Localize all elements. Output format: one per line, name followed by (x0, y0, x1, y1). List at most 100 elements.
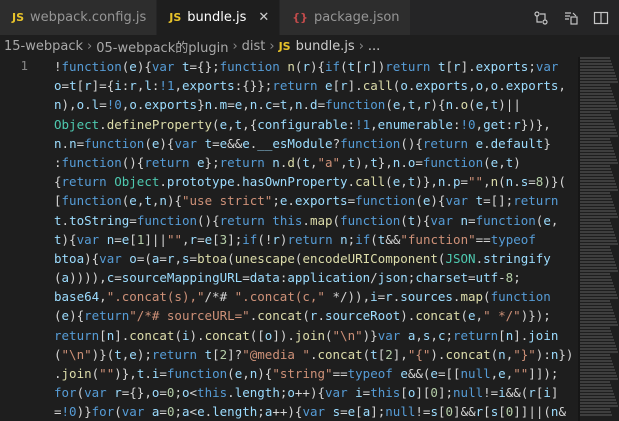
close-icon[interactable]: ✕ (258, 10, 269, 25)
minimap-line (580, 174, 613, 176)
minimap-line (580, 336, 613, 338)
minimap-line (580, 96, 614, 98)
code-line: (e){return"/*# sourceURL=".concat(r.sour… (54, 308, 551, 324)
minimap-line (580, 111, 610, 113)
tab-webpack-config[interactable]: JS webpack.config.js (0, 0, 158, 35)
minimap-line (580, 246, 610, 248)
minimap-line (580, 207, 615, 209)
minimap-line (580, 381, 610, 383)
minimap-line (580, 198, 612, 200)
minimap-line (580, 204, 614, 206)
minimap-line (580, 165, 610, 167)
minimap-line (580, 84, 610, 86)
minimap-line (580, 345, 616, 347)
code-line: t){var n=e[1]||"",r=e[3];if(!r)return n;… (54, 231, 536, 247)
minimap-line (580, 81, 618, 83)
minimap-line (580, 126, 615, 128)
minimap-line (580, 318, 616, 320)
code-line: o=t[r]={i:r,l:!1,exports:{}};return e[r]… (54, 78, 566, 94)
split-editor-icon[interactable] (593, 10, 609, 26)
code-line: !function(e){var t={};function n(r){if(t… (54, 59, 559, 74)
minimap-line (580, 249, 611, 251)
minimap-line (580, 399, 616, 401)
minimap-line (580, 273, 610, 275)
minimap-line (580, 180, 615, 182)
minimap-line (580, 387, 612, 389)
minimap-line (580, 312, 614, 314)
minimap-line (580, 228, 613, 230)
tab-bundle-js[interactable]: JS bundle.js ✕ (157, 0, 281, 35)
code-line: =!0)}for(var a=0;a<e.length;a++){var s=e… (54, 404, 566, 420)
code-line: return[n].concat(i).concat([o]).join("\n… (54, 327, 559, 343)
minimap-line (580, 114, 611, 116)
minimap-line (580, 369, 615, 371)
code-area[interactable]: !function(e){var t={};function n(r){if(t… (54, 57, 578, 421)
minimap-line (580, 195, 611, 197)
minimap-line (580, 363, 613, 365)
minimap-line (580, 57, 610, 59)
code-line: for(var r={},o=0;o<this.length;o++){var … (54, 385, 559, 401)
minimap-line (580, 234, 615, 236)
minimap-line (580, 366, 614, 368)
minimap-line (580, 192, 610, 194)
code-editor[interactable]: 1 !function(e){var t={};function n(r){if… (0, 57, 619, 421)
minimap-line (580, 330, 611, 332)
minimap-line (580, 279, 612, 281)
minimap-line (580, 267, 617, 269)
minimap[interactable] (580, 57, 619, 421)
minimap-line (580, 252, 612, 254)
minimap-line (580, 120, 613, 122)
minimap-line (580, 150, 614, 152)
line-number: 1 (20, 58, 28, 73)
js-file-icon: JS (169, 11, 182, 24)
code-line: .join("")},t.i=function(e,n){"string"==t… (54, 366, 559, 381)
minimap-line (580, 372, 616, 374)
minimap-line (580, 189, 618, 191)
minimap-line (580, 168, 611, 170)
minimap-line (580, 240, 617, 242)
minimap-line (580, 171, 612, 173)
minimap-line (580, 402, 617, 404)
minimap-line (580, 66, 613, 68)
breadcrumb-item[interactable]: 05-webpack的plugin (96, 37, 228, 56)
tab-package-json[interactable]: {} package.json (280, 0, 411, 35)
minimap-line (580, 159, 617, 161)
code-line: Object.defineProperty(e,t,{configurable:… (54, 116, 551, 132)
minimap-line (580, 162, 618, 164)
chevron-right-icon: › (358, 38, 364, 54)
minimap-line (580, 60, 611, 62)
minimap-line (580, 117, 612, 119)
minimap-line (580, 324, 618, 326)
minimap-line (580, 342, 615, 344)
minimap-line (580, 129, 616, 131)
minimap-line (580, 75, 616, 77)
breadcrumb-item[interactable]: dist (242, 39, 266, 54)
minimap-line (580, 339, 614, 341)
minimap-line (580, 393, 614, 395)
js-file-icon: JS (278, 39, 291, 53)
minimap-line (580, 321, 617, 323)
minimap-line (580, 216, 618, 218)
minimap-line (580, 69, 614, 71)
chevron-right-icon: › (232, 38, 238, 54)
minimap-line (580, 333, 612, 335)
editor-actions (533, 0, 619, 35)
git-compare-icon[interactable] (533, 10, 549, 26)
minimap-line (580, 270, 618, 272)
line-number-gutter: 1 (0, 57, 48, 421)
code-line: ("\n")}(t,e);return t[2]?"@media ".conca… (54, 346, 574, 362)
chevron-right-icon: › (87, 38, 93, 54)
tab-label: package.json (313, 10, 400, 25)
minimap-line (580, 315, 615, 317)
code-line: :function(){return e};return n.d(t,"a",t… (54, 154, 521, 170)
minimap-line (580, 282, 613, 284)
code-line: t.toString=function(){return this.map(fu… (54, 212, 559, 228)
breadcrumb-file[interactable]: bundle.js (296, 39, 355, 54)
breadcrumb-item[interactable]: 15-webpack (4, 39, 83, 54)
open-preview-icon[interactable] (563, 10, 579, 26)
tab-label: webpack.config.js (30, 10, 147, 25)
minimap-line (580, 303, 611, 305)
breadcrumb-symbols[interactable]: ... (368, 39, 380, 54)
code-line: {return Object.prototype.hasOwnProperty.… (54, 174, 566, 190)
minimap-line (580, 405, 618, 407)
